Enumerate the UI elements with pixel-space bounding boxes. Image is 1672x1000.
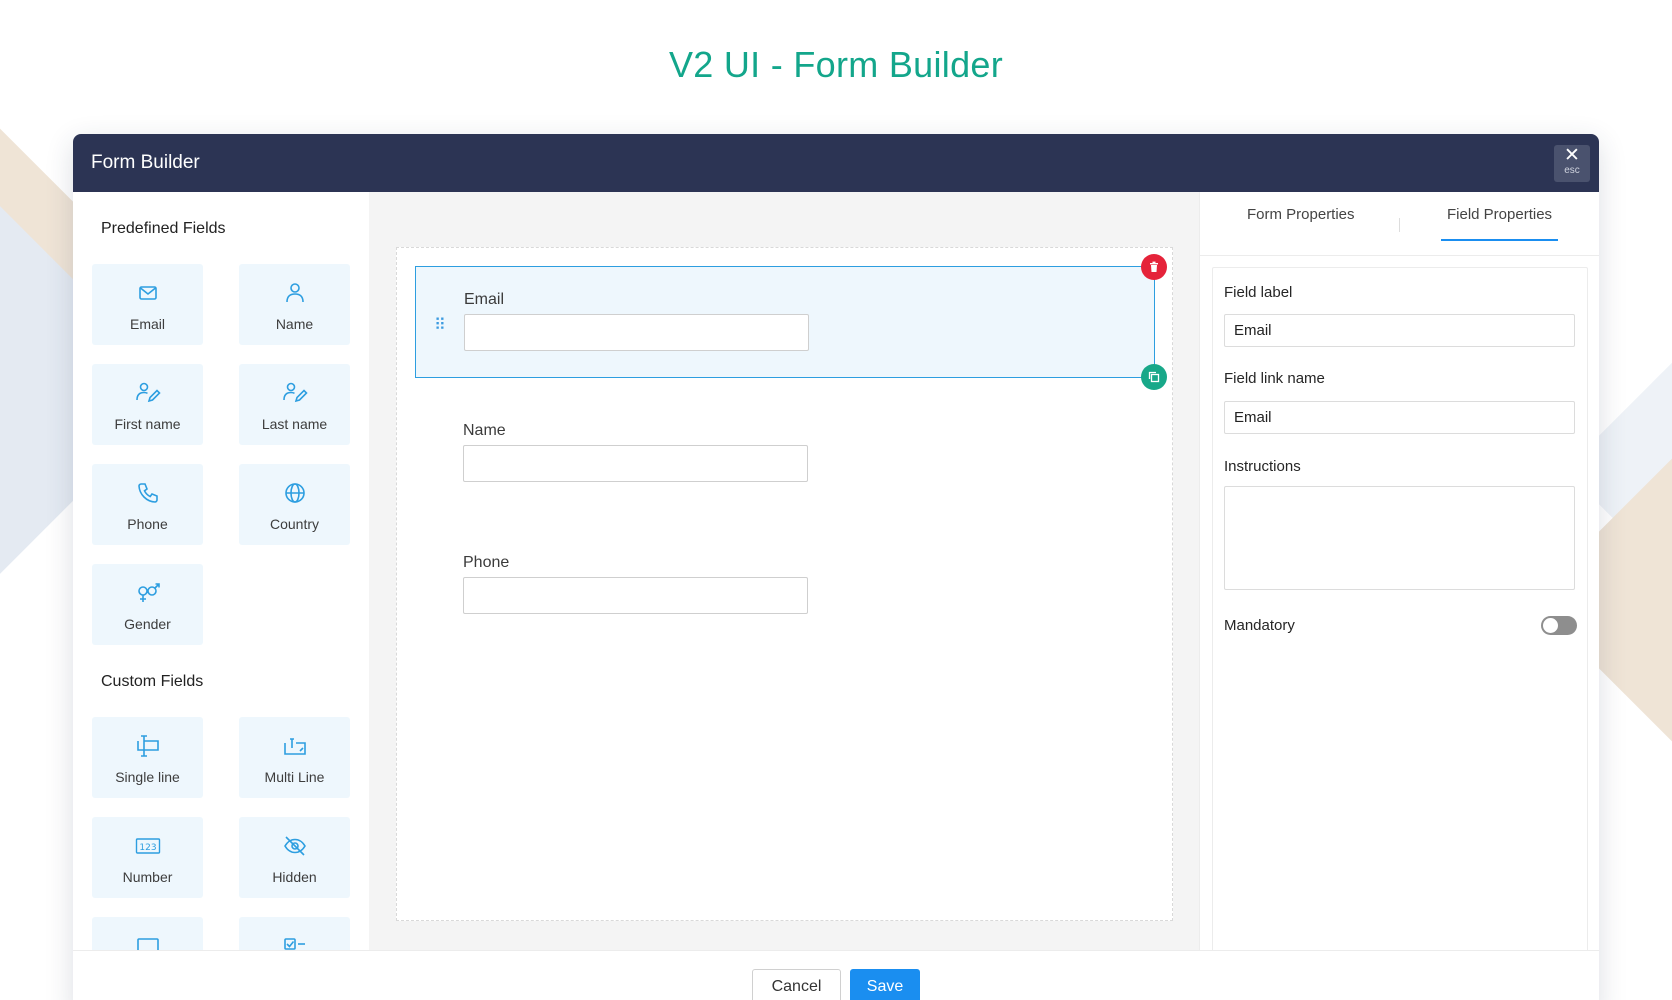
palette-tile-phone[interactable]: Phone (92, 464, 203, 545)
field-palette: Predefined Fields Email Name First name (73, 192, 369, 950)
field-link-name-label: Field link name (1224, 370, 1325, 387)
multi-line-icon (283, 738, 306, 755)
person-edit-icon (135, 382, 161, 403)
textarea-icon (136, 938, 159, 950)
form-canvas: ⠿ Email Name Phone (396, 247, 1173, 921)
palette-tile-multi-line[interactable]: Multi Line (239, 717, 350, 798)
form-field-input[interactable] (463, 445, 808, 482)
palette-tile-gender[interactable]: Gender (92, 564, 203, 645)
palette-tile-last-name[interactable]: Last name (239, 364, 350, 445)
envelope-icon (138, 286, 157, 300)
palette-tile-label: Multi Line (264, 769, 325, 785)
trash-icon (1150, 261, 1158, 272)
eye-off-icon (283, 836, 306, 856)
form-canvas-area: ⠿ Email Name Phone (369, 192, 1199, 950)
close-button[interactable]: ✕ esc (1554, 145, 1590, 182)
palette-tile-label: Number (122, 869, 173, 885)
svg-text:123: 123 (139, 843, 156, 853)
duplicate-field-button[interactable] (1141, 364, 1167, 390)
page: V2 UI - Form Builder Form Builder ✕ esc … (0, 0, 1672, 1000)
palette-tile-number[interactable]: 123 Number (92, 817, 203, 898)
gender-icon (137, 583, 160, 602)
form-field-email[interactable]: ⠿ Email (415, 254, 1167, 390)
form-field-input[interactable] (463, 577, 808, 614)
tab-field-properties[interactable]: Field Properties (1441, 206, 1559, 241)
person-edit-icon (282, 382, 308, 403)
mandatory-label: Mandatory (1224, 617, 1295, 634)
form-field-label: Phone (463, 554, 510, 571)
palette-tile-label: Hidden (272, 869, 317, 885)
palette-tile-hidden[interactable]: Hidden (239, 817, 350, 898)
palette-tile-label: Country (269, 516, 320, 532)
palette-tile-more[interactable] (92, 917, 203, 950)
palette-tile-name[interactable]: Name (239, 264, 350, 345)
predefined-fields-title: Predefined Fields (101, 220, 226, 237)
person-icon (285, 283, 304, 303)
instructions-label: Instructions (1224, 458, 1301, 475)
form-field-input[interactable] (464, 314, 809, 351)
palette-tile-label: Last name (261, 416, 328, 432)
instructions-textarea[interactable] (1224, 486, 1575, 590)
field-link-name-input[interactable]: Email (1224, 401, 1575, 434)
window-titlebar: Form Builder (73, 134, 1599, 192)
properties-tabs: Form Properties Field Properties (1200, 192, 1599, 256)
palette-tile-label: Name (275, 316, 314, 332)
window-title: Form Builder (91, 152, 200, 173)
palette-tile-label: First name (114, 416, 181, 432)
palette-tile-label: Single line (115, 769, 180, 785)
field-properties-card: Field label Email Field link name Email … (1212, 267, 1588, 957)
checkbox-icon (283, 938, 305, 950)
phone-icon (137, 483, 158, 503)
mandatory-toggle[interactable] (1541, 616, 1577, 635)
form-field-name[interactable]: Name (415, 398, 1155, 510)
form-builder-window: Form Builder ✕ esc Predefined Fields Ema… (73, 134, 1599, 1000)
single-line-icon (136, 735, 159, 757)
palette-tile-country[interactable]: Country (239, 464, 350, 545)
window-footer: Cancel Save (73, 950, 1599, 1000)
save-button[interactable]: Save (850, 969, 920, 1000)
palette-tile-label: Gender (124, 616, 171, 632)
copy-icon (1148, 371, 1160, 383)
form-field-label: Name (463, 422, 506, 439)
palette-tile-label: Email (129, 316, 165, 332)
palette-tile-label: Phone (127, 516, 168, 532)
field-label-input[interactable]: Email (1224, 314, 1575, 347)
toggle-knob (1543, 618, 1558, 633)
delete-field-button[interactable] (1141, 254, 1167, 280)
custom-fields-grid: Single line Multi Line 123 Number Hidden (92, 717, 350, 950)
palette-tile-single-line[interactable]: Single line (92, 717, 203, 798)
palette-tile-more[interactable] (239, 917, 350, 950)
palette-tile-first-name[interactable]: First name (92, 364, 203, 445)
custom-fields-title: Custom Fields (101, 673, 204, 690)
palette-tile-email[interactable]: Email (92, 264, 203, 345)
number-icon: 123 (135, 838, 160, 854)
predefined-fields-grid: Email Name First name Last name Phone Co… (92, 264, 350, 645)
drag-handle-icon[interactable]: ⠿ (434, 315, 446, 335)
close-shortcut-label: esc (1564, 165, 1580, 176)
globe-icon (284, 483, 305, 503)
tab-form-properties[interactable]: Form Properties (1247, 206, 1355, 239)
page-title: V2 UI - Form Builder (668, 44, 1004, 85)
properties-panel: Form Properties Field Properties Field l… (1199, 192, 1599, 957)
cancel-button[interactable]: Cancel (752, 969, 841, 1000)
form-field-label: Email (464, 291, 505, 308)
form-field-phone[interactable]: Phone (415, 530, 1155, 642)
close-icon: ✕ (1564, 145, 1580, 166)
field-label-label: Field label (1224, 284, 1293, 301)
tab-divider (1399, 218, 1400, 232)
